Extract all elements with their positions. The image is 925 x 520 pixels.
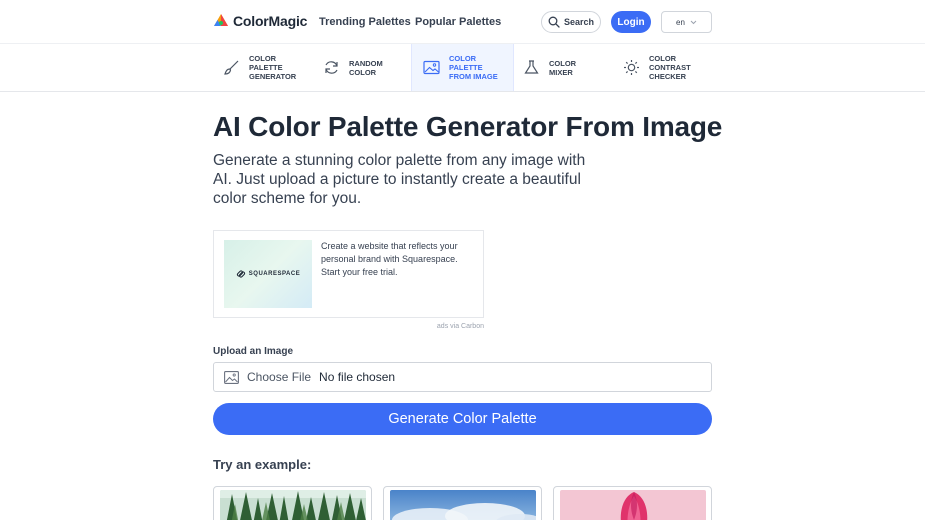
chevron-down-icon xyxy=(690,20,697,24)
sun-icon xyxy=(622,59,640,77)
example-forest[interactable] xyxy=(213,486,372,520)
tool-color-palette-from-image[interactable]: Color Palette from Image xyxy=(411,44,514,91)
tool-random-color[interactable]: Random Color xyxy=(312,44,412,91)
colormagic-logo-icon xyxy=(214,14,228,26)
ad-banner[interactable]: SQUARESPACE Create a website that reflec… xyxy=(213,230,484,318)
example-tulip[interactable] xyxy=(553,486,712,520)
tool-label: Color Palette from Image xyxy=(449,54,498,81)
tool-label: Random Color xyxy=(349,58,383,77)
generate-color-palette-button[interactable]: Generate Color Palette xyxy=(213,403,712,435)
language-select[interactable]: en xyxy=(661,11,712,33)
sky-image-icon xyxy=(390,490,541,520)
tool-label: Color Contrast Checker xyxy=(649,54,691,81)
ads-via-carbon-link[interactable]: ads via Carbon xyxy=(428,323,484,330)
tool-color-mixer[interactable]: Color Mixer xyxy=(512,44,612,91)
language-value: en xyxy=(676,17,685,27)
search-label: Search xyxy=(563,17,595,27)
brand-name: ColorMagic xyxy=(233,13,308,29)
ad-brand: SQUARESPACE xyxy=(248,271,301,277)
tool-label: Color Palette Generator xyxy=(249,54,297,81)
file-status: No file chosen xyxy=(319,370,396,384)
tool-label: Color Mixer xyxy=(549,58,577,77)
image-icon xyxy=(422,59,440,77)
brand-logo[interactable]: ColorMagic xyxy=(213,13,307,29)
tool-color-palette-generator[interactable]: Color Palette Generator xyxy=(212,44,312,91)
page-description: Generate a stunning color palette from a… xyxy=(213,152,586,207)
refresh-icon xyxy=(322,59,340,77)
site-header: ColorMagic Trending Palettes Popular Pal… xyxy=(0,0,925,44)
brush-icon xyxy=(222,59,240,77)
forest-image-icon xyxy=(220,490,366,520)
search-button[interactable]: Search xyxy=(541,11,601,33)
examples-title: Try an example: xyxy=(213,457,312,472)
file-input[interactable]: Choose File No file chosen xyxy=(213,362,712,392)
choose-file-button[interactable]: Choose File xyxy=(247,370,311,384)
page-title: AI Color Palette Generator From Image xyxy=(213,111,723,142)
tools-nav: Color Palette Generator Random Color Col… xyxy=(0,44,925,92)
nav-popular-palettes[interactable]: Popular Palettes xyxy=(415,16,501,28)
flask-icon xyxy=(522,59,540,77)
image-icon xyxy=(224,370,239,384)
nav-trending-palettes[interactable]: Trending Palettes xyxy=(319,16,411,28)
tulip-image-icon xyxy=(560,490,706,520)
search-icon xyxy=(548,16,560,28)
ad-image: SQUARESPACE xyxy=(224,240,312,308)
ad-text[interactable]: Create a website that reflects your pers… xyxy=(321,240,479,279)
login-button[interactable]: Login xyxy=(611,11,651,33)
upload-label: Upload an Image xyxy=(213,346,294,357)
tool-color-contrast-checker[interactable]: Color Contrast Checker xyxy=(612,44,712,91)
example-sky[interactable] xyxy=(383,486,542,520)
squarespace-logo-icon xyxy=(236,270,245,278)
